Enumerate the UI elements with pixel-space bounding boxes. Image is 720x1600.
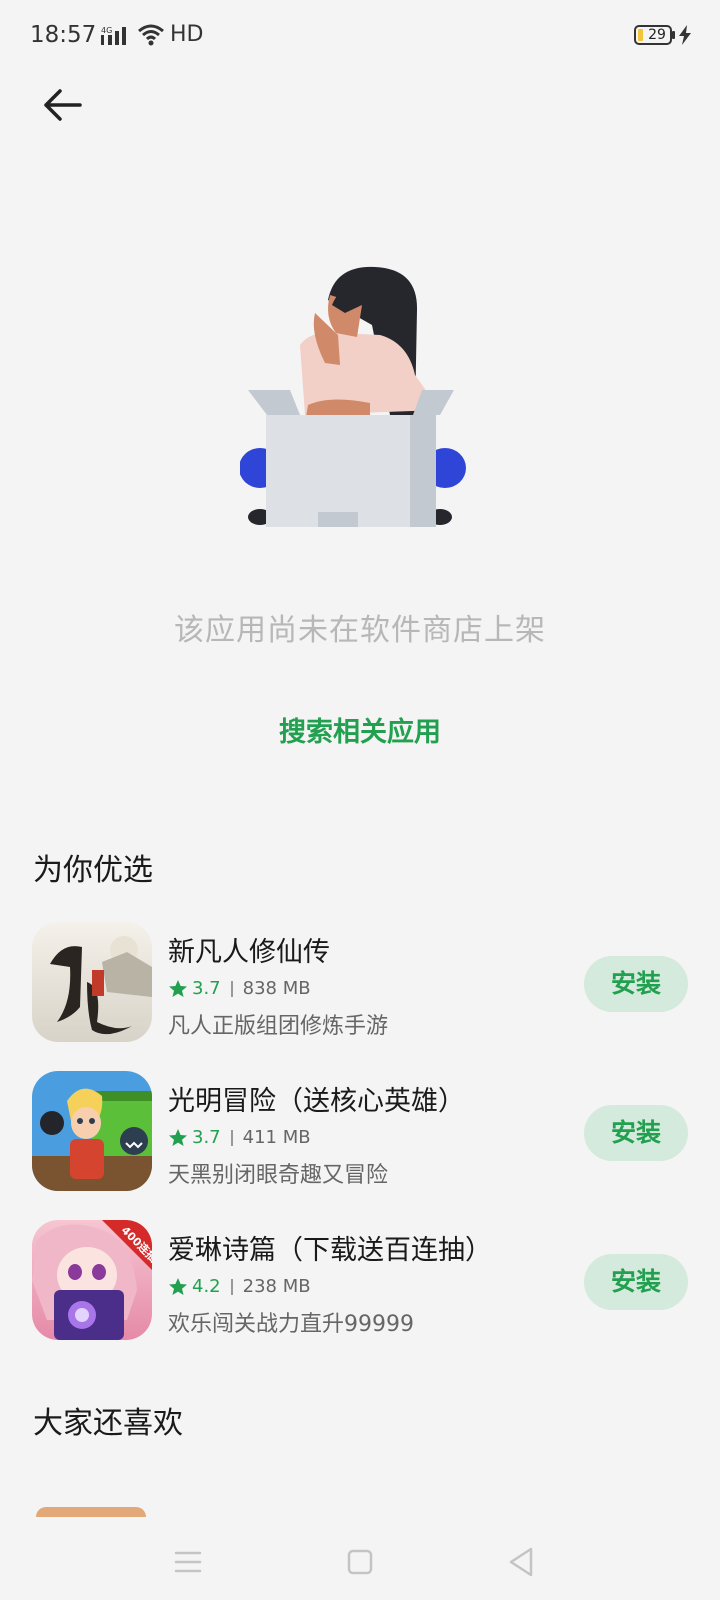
search-related-apps-link[interactable]: 搜索相关应用	[0, 710, 720, 749]
app-name: 新凡人修仙传	[168, 937, 330, 968]
app-size: 838 MB	[242, 978, 311, 999]
star-icon	[169, 1128, 187, 1146]
wifi-icon	[138, 24, 164, 46]
partial-app-icon[interactable]	[36, 1507, 146, 1517]
battery-level: 29	[648, 27, 666, 43]
app-size: 411 MB	[242, 1127, 311, 1148]
app-icon[interactable]	[32, 1071, 152, 1191]
list-item[interactable]: 400连抽 爱琳诗篇（下载送百连抽） 4.2 238 MB 欢乐闯关战力直升99…	[0, 1220, 720, 1344]
app-description: 欢乐闯关战力直升99999	[168, 1312, 414, 1337]
app-rating: 4.2	[192, 1276, 221, 1297]
app-size: 238 MB	[242, 1276, 311, 1297]
star-icon	[169, 1277, 187, 1295]
meta-divider	[230, 1278, 233, 1295]
install-button[interactable]: 安装	[584, 1254, 688, 1310]
app-icon[interactable]	[32, 922, 152, 1042]
section-title-for-you: 为你优选	[33, 853, 153, 888]
charging-icon	[679, 25, 691, 45]
app-meta: 4.2 238 MB	[168, 1276, 311, 1297]
back-triangle-icon	[509, 1547, 533, 1577]
section-title-also-like: 大家还喜欢	[33, 1406, 183, 1441]
install-button[interactable]: 安装	[584, 1105, 688, 1161]
app-description: 天黑别闭眼奇趣又冒险	[168, 1163, 389, 1188]
empty-state-message: 该应用尚未在软件商店上架	[174, 613, 546, 648]
navigation-bar	[0, 1520, 720, 1600]
install-button[interactable]: 安装	[584, 956, 688, 1012]
app-rating: 3.7	[192, 978, 221, 999]
app-rating: 3.7	[192, 1127, 221, 1148]
nav-home-button[interactable]	[340, 1542, 380, 1582]
status-time: 18:57	[30, 22, 97, 48]
back-arrow-icon	[44, 89, 82, 121]
app-name: 爱琳诗篇（下载送百连抽）	[168, 1235, 492, 1266]
meta-divider	[230, 1129, 233, 1146]
list-item[interactable]: 光明冒险（送核心英雄） 3.7 411 MB 天黑别闭眼奇趣又冒险 安装	[0, 1071, 720, 1195]
network-type-label: HD	[170, 22, 204, 47]
nav-back-button[interactable]	[502, 1542, 542, 1582]
app-icon[interactable]: 400连抽	[32, 1220, 152, 1340]
empty-state-illustration	[240, 266, 466, 527]
home-square-icon	[347, 1549, 373, 1575]
menu-icon	[174, 1551, 202, 1573]
app-description: 凡人正版组团修炼手游	[168, 1014, 389, 1039]
svg-text:4G: 4G	[101, 26, 112, 35]
meta-divider	[230, 980, 233, 997]
list-item[interactable]: 新凡人修仙传 3.7 838 MB 凡人正版组团修炼手游 安装	[0, 922, 720, 1046]
nav-menu-button[interactable]	[168, 1542, 208, 1582]
app-meta: 3.7 838 MB	[168, 978, 311, 999]
star-icon	[169, 979, 187, 997]
cellular-signal-icon: 4G	[101, 26, 126, 45]
back-button[interactable]	[40, 85, 88, 125]
app-name: 光明冒险（送核心英雄）	[168, 1086, 465, 1117]
status-bar: 18:57 4G HD 29	[0, 0, 720, 72]
app-meta: 3.7 411 MB	[168, 1127, 311, 1148]
